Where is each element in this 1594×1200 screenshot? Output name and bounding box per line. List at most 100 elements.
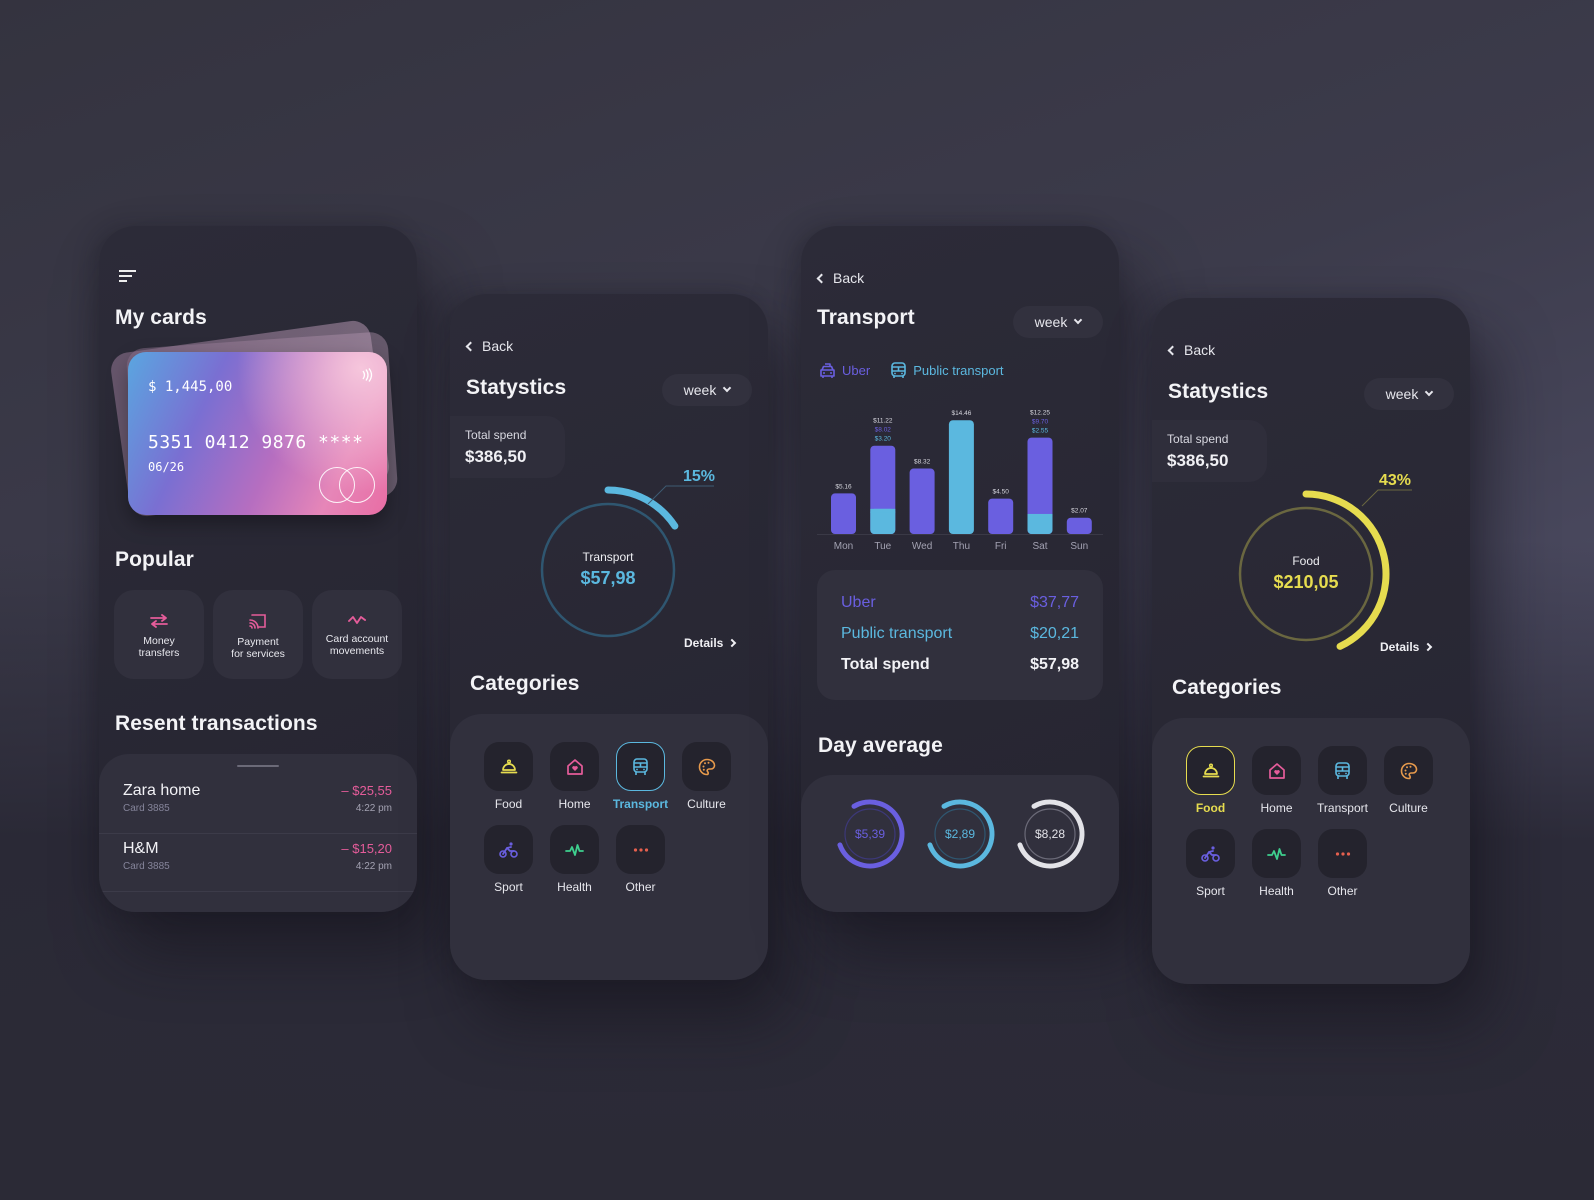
bar-uber-sun[interactable] (1066, 517, 1092, 534)
payment-for-services-button[interactable]: Payment for services (213, 590, 303, 679)
back-button[interactable]: Back (816, 270, 865, 286)
donut-progress-arc (604, 486, 679, 530)
category-culture[interactable]: Culture (1384, 746, 1433, 815)
total-spend-label: Total spend (465, 428, 527, 442)
transaction-row[interactable]: H&M Card 3885 – $15,20 4:22 pm (99, 834, 417, 892)
category-donut[interactable] (1228, 478, 1458, 658)
category-label: Home (1260, 801, 1293, 815)
back-label: Back (833, 270, 865, 286)
menu-icon[interactable] (119, 270, 137, 284)
legend-public-transport[interactable]: Public transport (890, 362, 1004, 379)
summary-row-total: Total spend $57,98 (841, 656, 1079, 674)
merchant-name: H&M (123, 840, 159, 857)
bar-public-thu[interactable] (948, 420, 974, 534)
chevron-left-icon (465, 341, 476, 351)
period-value: week (1034, 314, 1068, 330)
screen-statistics-transport: Back Statystics week Total spend $386,50… (450, 294, 768, 980)
popular-title: Popular (115, 548, 194, 571)
day-average-title: Day average (818, 734, 943, 757)
leader-line (647, 485, 714, 505)
category-tile (1252, 829, 1301, 878)
summary-label: Uber (841, 594, 876, 611)
day-average-value: $2,89 (944, 827, 976, 841)
bicycle-icon (1201, 845, 1220, 862)
categories-title: Categories (470, 672, 580, 695)
category-food[interactable]: Food (1186, 746, 1235, 815)
drag-handle[interactable] (237, 765, 279, 767)
card-label: Card 3885 (123, 861, 170, 872)
category-sport[interactable]: Sport (1186, 829, 1235, 898)
back-label: Back (1184, 342, 1216, 358)
category-tile (1186, 829, 1235, 878)
category-label: Sport (494, 880, 523, 894)
popular-label: Payment (237, 636, 279, 648)
donut-value: $210,05 (1273, 572, 1339, 592)
back-label: Back (482, 338, 514, 354)
category-health[interactable]: Health (550, 825, 599, 894)
category-label: Other (1327, 884, 1358, 898)
category-label: Home (558, 797, 591, 811)
money-transfers-button[interactable]: Money transfers (114, 590, 204, 679)
category-label: Culture (687, 797, 726, 811)
period-select[interactable]: week (1013, 306, 1103, 338)
category-tile (1252, 746, 1301, 795)
period-select[interactable]: week (1364, 378, 1454, 410)
popular-label: transfers (138, 647, 180, 659)
x-tick-label: Wed (912, 541, 932, 552)
bar-total-label: $5.16 (835, 483, 852, 490)
chevron-right-icon (728, 638, 737, 648)
donut-progress-arc (1302, 490, 1390, 650)
category-other[interactable]: Other (616, 825, 665, 894)
contactless-icon (361, 368, 373, 385)
transaction-time: 4:22 pm (355, 803, 392, 814)
transaction-amount: – $15,20 (341, 841, 392, 856)
period-select[interactable]: week (662, 374, 752, 406)
day-average-panel: $5,39 $2,89 $8,28 (801, 775, 1119, 912)
details-link[interactable]: Details (1380, 640, 1433, 654)
transactions-panel: Zara home Card 3885 – $25,55 4:22 pm H&M… (99, 754, 417, 912)
category-transport[interactable]: Transport (1317, 746, 1368, 815)
legend-uber[interactable]: Uber (819, 362, 870, 379)
category-label: Food (494, 797, 523, 811)
back-button[interactable]: Back (1167, 342, 1216, 358)
category-sport[interactable]: Sport (484, 825, 533, 894)
x-tick-label: Thu (953, 541, 970, 552)
details-link[interactable]: Details (684, 636, 737, 650)
category-health[interactable]: Health (1252, 829, 1301, 898)
palette-icon (698, 758, 716, 776)
category-other[interactable]: Other (1318, 829, 1367, 898)
transport-bar-chart: $5.16 Mon $3.20 $8.02 $11.22 Tue $8.32 Wed $14.4… (817, 410, 1103, 552)
bar-uber-fri[interactable] (988, 498, 1014, 534)
category-home[interactable]: Home (550, 742, 599, 811)
category-home[interactable]: Home (1252, 746, 1301, 815)
back-button[interactable]: Back (465, 338, 514, 354)
bar-uber-wed[interactable] (909, 468, 935, 534)
bar-uber-mon[interactable] (831, 493, 856, 534)
popular-label: Money (143, 635, 175, 647)
bar-total-label: $2.07 (1071, 508, 1088, 515)
home-heart-icon (566, 758, 584, 776)
card-stack[interactable]: $ 1,445,00 5351 0412 9876 **** 06/26 (108, 318, 399, 526)
donut-category: Transport (582, 550, 634, 564)
category-food[interactable]: Food (484, 742, 533, 811)
more-dots-icon (633, 847, 649, 852)
details-label: Details (684, 636, 724, 650)
card-account-movements-button[interactable]: Card account movements (312, 590, 402, 679)
more-dots-icon (1335, 851, 1351, 856)
card-expiry: 06/26 (148, 460, 185, 474)
category-label: Culture (1389, 801, 1428, 815)
transaction-row[interactable]: Zara home Card 3885 – $25,55 4:22 pm (99, 776, 417, 834)
category-transport[interactable]: Transport (612, 742, 669, 811)
category-culture[interactable]: Culture (682, 742, 731, 811)
popular-actions: Money transfers Payment for services Card … (114, 590, 402, 679)
x-tick-label: Tue (874, 541, 891, 552)
total-spend-value: $386,50 (465, 447, 527, 466)
category-label: Transport (612, 797, 669, 811)
categories-title: Categories (1172, 676, 1282, 699)
cast-payment-icon (249, 614, 266, 629)
donut-value: $57,98 (580, 568, 636, 588)
bar-total-label: $8.32 (914, 459, 931, 466)
category-tile (616, 825, 665, 874)
summary-label: Public transport (841, 625, 953, 642)
credit-card[interactable]: $ 1,445,00 5351 0412 9876 **** 06/26 (128, 352, 387, 515)
